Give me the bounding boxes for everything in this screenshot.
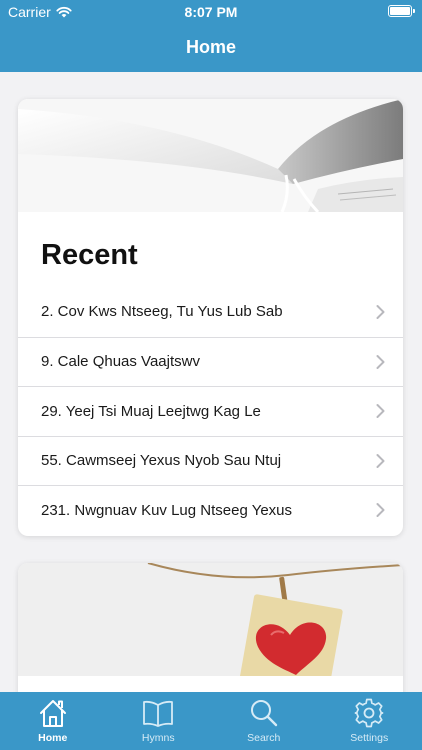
hymn-title: 29. Yeej Tsi Muaj Leejtwg Kag Le [41,402,261,420]
recent-section-title: Recent [41,239,138,271]
tab-search-label: Search [247,732,281,744]
recent-hymn-item[interactable]: 231. Nwgnuav Kuv Lug Ntseeg Yexus [18,485,403,535]
recent-hymn-item[interactable]: 29. Yeej Tsi Muaj Leejtwg Kag Le [18,386,403,436]
tab-home-label: Home [38,732,68,744]
navigation-bar: Home [0,24,422,72]
chevron-right-icon [376,453,385,468]
tab-settings[interactable]: Settings [317,692,422,750]
book-icon [143,700,174,727]
recent-hymn-item[interactable]: 9. Cale Qhuas Vaajtswv [18,336,403,387]
hymn-title: 55. Cawmseej Yexus Nyob Sau Ntuj [41,452,282,470]
gear-icon [354,698,384,728]
home-icon [39,700,66,727]
recent-hymn-item[interactable]: 55. Cawmseej Yexus Nyob Sau Ntuj [18,435,403,486]
chevron-right-icon [376,503,385,518]
recent-card: Recent 2. Cov Kws Ntseeg, Tu Yus Lub Sab… [18,99,403,536]
recent-hymn-list: 2. Cov Kws Ntseeg, Tu Yus Lub Sab 9. Cal… [18,287,403,535]
recent-hymn-item[interactable]: 2. Cov Kws Ntseeg, Tu Yus Lub Sab [18,287,403,337]
home-content[interactable]: Recent 2. Cov Kws Ntseeg, Tu Yus Lub Sab… [0,72,422,692]
search-icon [250,700,277,727]
page-title: Home [185,37,236,57]
tab-home[interactable]: Home [0,692,106,750]
tab-search[interactable]: Search [211,692,317,750]
hymn-title: 9. Cale Qhuas Vaajtswv [41,353,200,371]
status-time: 8:07 PM [184,4,238,20]
chevron-right-icon [376,354,385,369]
status-bar: Carrier 8:07 PM [0,0,422,24]
hymn-title: 231. Nwgnuav Kuv Lug Ntseeg Yexus [41,501,293,519]
hymn-title: 2. Cov Kws Ntseeg, Tu Yus Lub Sab [41,303,283,321]
tab-settings-label: Settings [350,732,389,744]
tab-hymns-label: Hymns [141,732,175,744]
open-book-image [18,99,403,212]
chevron-right-icon [376,404,385,419]
tab-hymns[interactable]: Hymns [106,692,212,750]
battery-icon [388,5,415,17]
heart-tag-image [18,563,403,676]
chevron-right-icon [376,304,385,319]
tab-bar: Home Hymns Search Settings [0,692,422,750]
favorites-card[interactable] [18,563,403,692]
